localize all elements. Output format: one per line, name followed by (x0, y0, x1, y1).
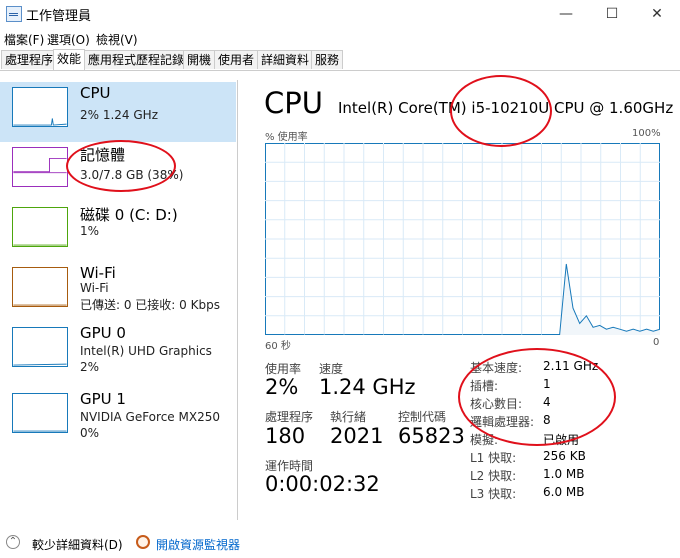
time-axis-right: 0 (653, 337, 660, 348)
window-title: 工作管理員 (26, 9, 92, 24)
menu-options[interactable]: 選項(O) (47, 31, 90, 48)
resource-name: 磁碟 0 (C: D:) (80, 206, 178, 224)
resource-name: CPU (80, 84, 111, 102)
processes-label: 處理程序 (265, 410, 314, 424)
tab-users[interactable]: 使用者 (214, 50, 259, 69)
resource-cpu[interactable]: CPU 2% 1.24 GHz (0, 82, 236, 142)
disk-thumbnail (12, 207, 68, 247)
cpu-usage-graph (265, 143, 660, 335)
usage-value: 2% (265, 375, 299, 399)
usage-axis-label: % 使用率 (265, 132, 308, 143)
tab-startup[interactable]: 開機 (183, 50, 216, 69)
spec-value: 已啟用 (543, 433, 580, 447)
chevron-up-icon[interactable]: ⌃ (6, 535, 20, 549)
threads-label: 執行緒 (330, 410, 367, 424)
spec-value: 4 (543, 395, 551, 409)
resource-detail-2: 2% (80, 360, 100, 374)
spec-label: L2 快取: (470, 469, 517, 483)
resource-detail: Intel(R) UHD Graphics (80, 344, 212, 358)
resource-monitor-icon (136, 535, 150, 549)
handles-label: 控制代碼 (398, 410, 447, 424)
menu-view[interactable]: 檢視(V) (96, 31, 138, 48)
gpu1-thumbnail (12, 393, 68, 433)
resource-name: Wi-Fi (80, 264, 116, 282)
resource-detail: NVIDIA GeForce MX250 (80, 410, 220, 424)
threads-value: 2021 (330, 424, 384, 448)
resource-name: GPU 1 (80, 390, 126, 408)
spec-label: L1 快取: (470, 451, 517, 465)
graph-gridlines (265, 143, 660, 335)
spec-value: 1 (543, 377, 551, 391)
maximize-button[interactable]: ☐ (589, 0, 635, 28)
resource-detail: 2% 1.24 GHz (80, 108, 159, 122)
resource-monitor-link[interactable]: 開啟資源監視器 (156, 536, 240, 553)
time-axis-left: 60 秒 (265, 341, 291, 352)
resource-detail-2: 0% (80, 426, 100, 440)
processes-value: 180 (265, 424, 306, 448)
spec-label: 模擬: (470, 433, 499, 447)
resource-detail: 1% (80, 224, 100, 238)
tab-services[interactable]: 服務 (311, 50, 344, 69)
resource-disk[interactable]: 磁碟 0 (C: D:) 1% (0, 202, 236, 262)
resource-detail: 3.0/7.8 GB (38%) (80, 168, 184, 182)
close-button[interactable]: ✕ (634, 0, 680, 28)
spec-value: 2.11 GHz (543, 359, 599, 373)
spec-label: 核心數目: (470, 397, 523, 411)
resource-memory[interactable]: 記憶體 3.0/7.8 GB (38%) (0, 142, 236, 202)
cpu-model: Intel(R) Core(TM) i5-10210U CPU @ 1.60GH… (338, 99, 674, 117)
spec-value: 1.0 MB (543, 467, 585, 481)
handles-value: 65823 (398, 424, 465, 448)
resource-gpu0[interactable]: GPU 0 Intel(R) UHD Graphics 2% (0, 322, 236, 382)
wifi-thumbnail (12, 267, 68, 307)
speed-value: 1.24 GHz (319, 375, 416, 399)
minimize-button[interactable]: — (543, 0, 589, 28)
spec-label: 基本速度: (470, 361, 523, 375)
resource-gpu1[interactable]: GPU 1 NVIDIA GeForce MX250 0% (0, 388, 236, 448)
resource-list: CPU 2% 1.24 GHz 記憶體 3.0/7.8 GB (38%) 磁碟 … (0, 80, 238, 520)
resource-wifi[interactable]: Wi-Fi Wi-Fi 已傳送: 0 已接收: 0 Kbps (0, 262, 236, 322)
resource-detail: Wi-Fi (80, 281, 109, 295)
cpu-thumbnail (12, 87, 68, 127)
resource-detail-2: 已傳送: 0 已接收: 0 Kbps (80, 298, 220, 312)
detail-title: CPU (264, 86, 323, 120)
footer-bar: ⌃ 較少詳細資料(D) 開啟資源監視器 (0, 530, 680, 558)
spec-label: 邏輯處理器: (470, 415, 535, 429)
tab-performance[interactable]: 效能 (53, 49, 86, 70)
less-details-link[interactable]: 較少詳細資料(D) (32, 536, 123, 553)
resource-name: 記憶體 (80, 146, 126, 164)
uptime-value: 0:00:02:32 (265, 472, 380, 496)
resource-name: GPU 0 (80, 324, 126, 342)
spec-value: 256 KB (543, 449, 586, 463)
gpu0-thumbnail (12, 327, 68, 367)
tab-bar: 處理程序 效能 應用程式歷程記錄 開機 使用者 詳細資料 服務 (0, 48, 680, 71)
tab-details[interactable]: 詳細資料 (257, 50, 314, 69)
tab-app-history[interactable]: 應用程式歷程記錄 (84, 50, 189, 69)
task-manager-icon (6, 6, 22, 22)
menu-file[interactable]: 檔案(F) (4, 31, 44, 48)
memory-thumbnail (12, 147, 68, 187)
spec-label: L3 快取: (470, 487, 517, 501)
tab-processes[interactable]: 處理程序 (1, 50, 58, 69)
spec-label: 插槽: (470, 379, 499, 393)
title-bar: 工作管理員 — ☐ ✕ (0, 0, 680, 28)
spec-value: 8 (543, 413, 551, 427)
usage-axis-max: 100% (632, 128, 661, 139)
menu-bar: 檔案(F) 選項(O) 檢視(V) (0, 28, 680, 48)
spec-value: 6.0 MB (543, 485, 585, 499)
